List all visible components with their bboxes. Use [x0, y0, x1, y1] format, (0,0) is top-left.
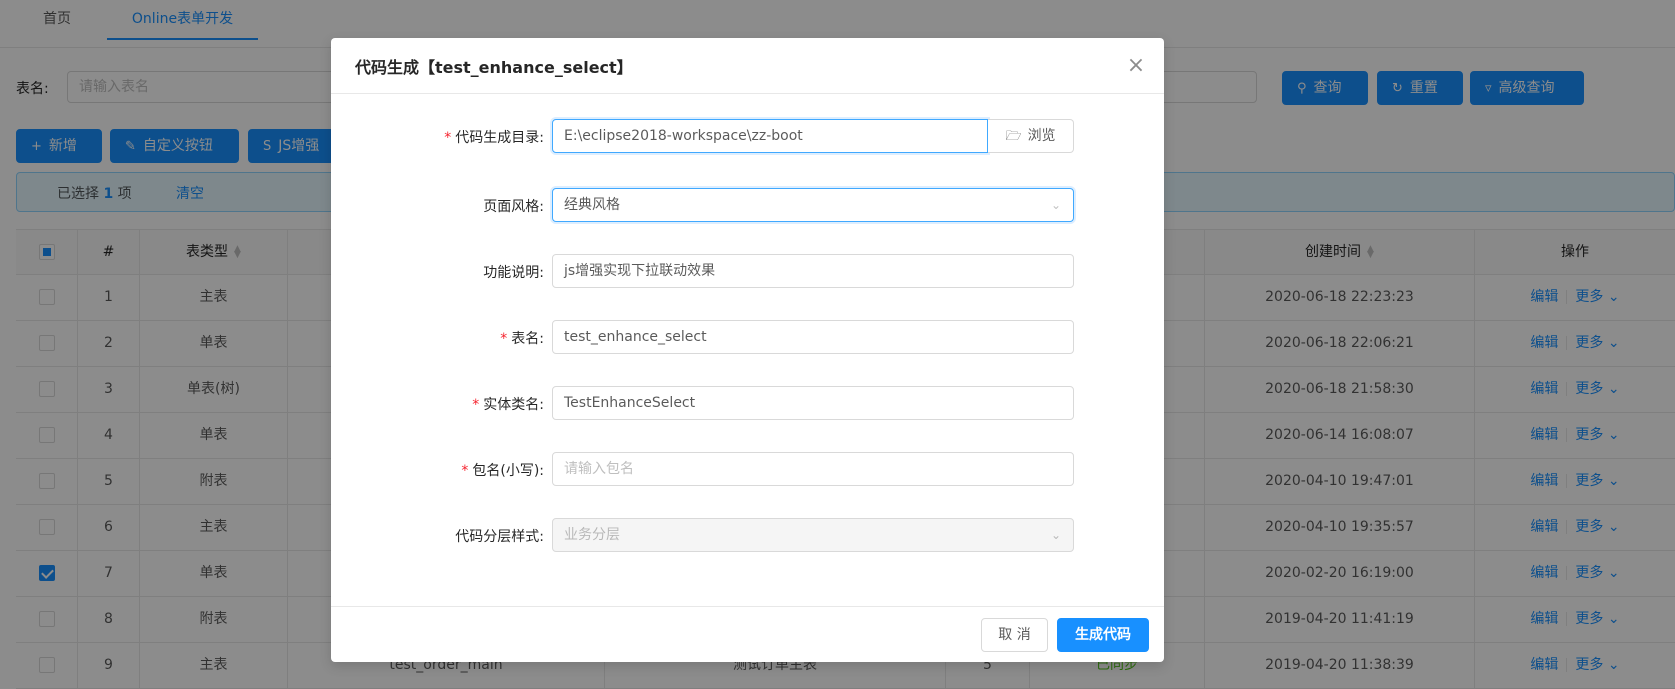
- folder-open-icon: 🗁: [1005, 129, 1022, 144]
- required-mark: *: [444, 130, 452, 146]
- layer-select: 业务分层 ⌄: [552, 518, 1074, 552]
- entity-input[interactable]: TestEnhanceSelect: [552, 386, 1074, 420]
- form-row-style: 页面风格: 经典风格 ⌄: [331, 188, 1164, 222]
- required-mark: *: [472, 397, 480, 413]
- table-name-label: * 表名:: [500, 331, 544, 347]
- generate-code-button[interactable]: 生成代码: [1057, 618, 1149, 652]
- chevron-down-icon: ⌄: [1050, 198, 1061, 212]
- form-row-dir: * 代码生成目录: E:\eclipse2018-workspace\zz-boo…: [331, 119, 1164, 153]
- layer-label: 代码分层样式:: [455, 529, 544, 545]
- modal-header: 代码生成【test_enhance_select】 ×: [331, 38, 1164, 94]
- cancel-button[interactable]: 取 消: [981, 618, 1048, 652]
- required-mark: *: [500, 331, 508, 347]
- form-row-table: * 表名: test_enhance_select: [331, 320, 1164, 354]
- modal-title: 代码生成【test_enhance_select】: [355, 58, 633, 77]
- required-mark: *: [461, 463, 469, 479]
- code-generation-modal: 代码生成【test_enhance_select】 × * 代码生成目录: E:\…: [331, 38, 1164, 662]
- package-label: * 包名(小写):: [461, 463, 544, 479]
- style-label: 页面风格:: [483, 199, 544, 215]
- modal-footer: 取 消 生成代码: [331, 606, 1164, 662]
- desc-input[interactable]: js增强实现下拉联动效果: [552, 254, 1074, 288]
- desc-label: 功能说明:: [483, 265, 544, 281]
- package-input[interactable]: 请输入包名: [552, 452, 1074, 486]
- entity-label: * 实体类名:: [472, 397, 544, 413]
- close-icon[interactable]: ×: [1124, 54, 1148, 78]
- browse-button[interactable]: 🗁 浏览: [988, 119, 1074, 153]
- form-row-entity: * 实体类名: TestEnhanceSelect: [331, 386, 1164, 420]
- dir-label: * 代码生成目录:: [444, 130, 544, 146]
- dir-input[interactable]: E:\eclipse2018-workspace\zz-boot: [552, 119, 988, 153]
- form-row-layer: 代码分层样式: 业务分层 ⌄: [331, 518, 1164, 552]
- form-row-desc: 功能说明: js增强实现下拉联动效果: [331, 254, 1164, 288]
- style-select[interactable]: 经典风格 ⌄: [552, 188, 1074, 222]
- table-name-input[interactable]: test_enhance_select: [552, 320, 1074, 354]
- form-row-package: * 包名(小写): 请输入包名: [331, 452, 1164, 486]
- chevron-down-icon: ⌄: [1050, 528, 1061, 542]
